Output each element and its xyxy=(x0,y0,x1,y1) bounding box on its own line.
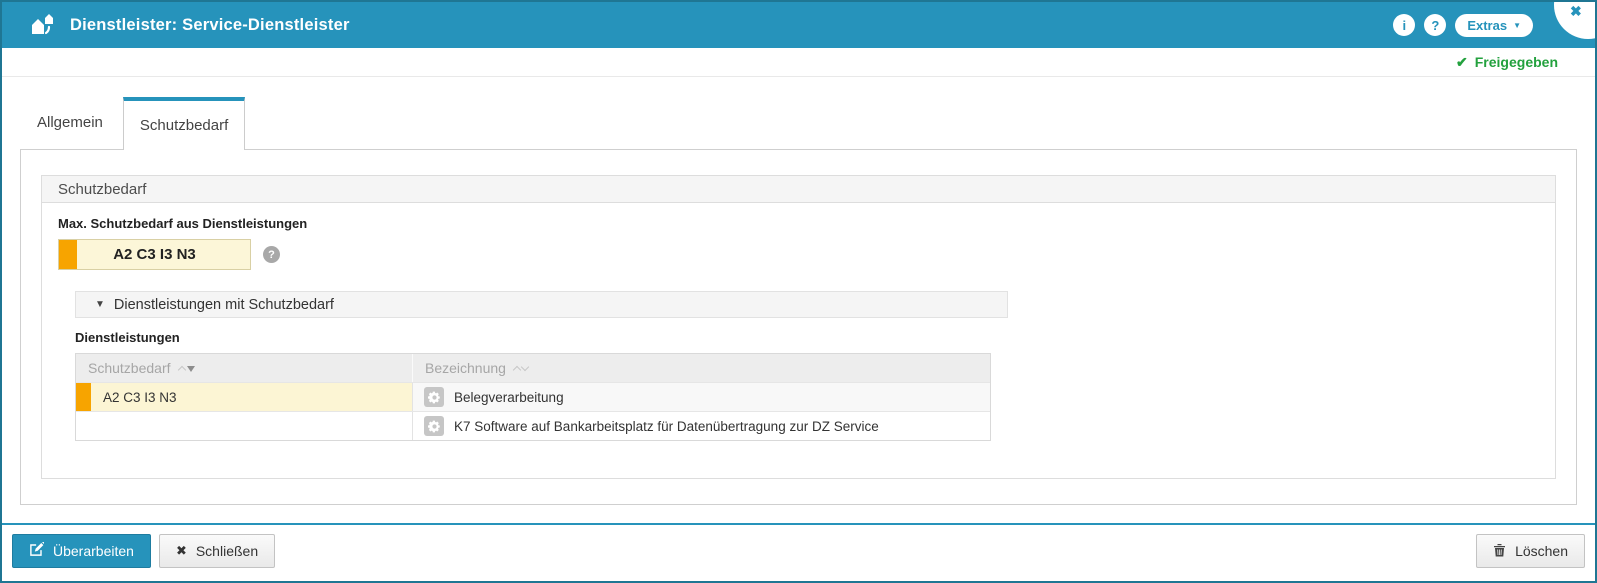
table-row[interactable]: A2 C3 I3 N3 Belegverarbeitung xyxy=(76,382,990,411)
panel-header: Schutzbedarf xyxy=(42,176,1555,203)
bezeichnung-cell: K7 Software auf Bankarbeitsplatz für Dat… xyxy=(412,412,990,440)
x-icon: ✖ xyxy=(176,543,187,559)
help-icon[interactable]: ? xyxy=(1424,14,1446,36)
panel-title: Schutzbedarf xyxy=(58,181,146,198)
trash-icon xyxy=(1493,543,1506,560)
table-row[interactable]: K7 Software auf Bankarbeitsplatz für Dat… xyxy=(76,411,990,440)
schutzbedarf-value: A2 C3 I3 N3 xyxy=(76,390,177,405)
check-icon: ✔ xyxy=(1456,54,1468,71)
tab-bar: Allgemein Schutzbedarf xyxy=(2,77,1595,149)
edit-icon xyxy=(29,542,44,560)
dialog-window: Dienstleister: Service-Dienstleister i ?… xyxy=(0,0,1597,583)
footer-toolbar: Überarbeiten ✖ Schließen Löschen xyxy=(2,525,1595,577)
schutzbedarf-cell: A2 C3 I3 N3 xyxy=(76,383,412,411)
dienstleistungen-label: Dienstleistungen xyxy=(75,330,1555,345)
schutzbedarf-cell xyxy=(76,412,412,440)
collapse-caret-icon: ▼ xyxy=(95,299,105,310)
max-schutzbedarf-label: Max. Schutzbedarf aus Dienstleistungen xyxy=(58,216,1555,231)
revise-button[interactable]: Überarbeiten xyxy=(12,534,151,568)
titlebar-actions: i ? Extras ▼ xyxy=(1393,14,1533,37)
dienstleistungen-table: Schutzbedarf Bezeichnung xyxy=(75,353,991,441)
tab-schutzbedarf-label: Schutzbedarf xyxy=(140,117,228,134)
close-label: Schließen xyxy=(196,543,258,559)
sort-desc-icon[interactable] xyxy=(187,366,195,372)
tab-content: Schutzbedarf Max. Schutzbedarf aus Diens… xyxy=(20,149,1577,505)
service-gear-icon xyxy=(424,387,444,407)
bezeichnung-value: Belegverarbeitung xyxy=(454,390,564,405)
info-icon[interactable]: i xyxy=(1393,14,1415,36)
schutzbedarf-panel: Schutzbedarf Max. Schutzbedarf aus Diens… xyxy=(41,175,1556,479)
sort-asc-icon[interactable] xyxy=(177,365,185,373)
close-button[interactable]: ✖ xyxy=(1554,0,1597,39)
max-schutzbedarf-text: A2 C3 I3 N3 xyxy=(113,246,196,263)
tab-allgemein-label: Allgemein xyxy=(37,114,103,131)
max-schutzbedarf-row: A2 C3 I3 N3 ? xyxy=(58,239,1555,270)
delete-button[interactable]: Löschen xyxy=(1476,534,1585,568)
status-bar: ✔ Freigegeben xyxy=(2,48,1595,77)
dienstleistungen-section-toggle[interactable]: ▼ Dienstleistungen mit Schutzbedarf xyxy=(75,291,1008,318)
bezeichnung-value: K7 Software auf Bankarbeitsplatz für Dat… xyxy=(454,419,879,434)
field-help-icon[interactable]: ? xyxy=(263,246,280,263)
service-gear-icon xyxy=(424,416,444,436)
bezeichnung-cell: Belegverarbeitung xyxy=(412,383,990,411)
extras-button[interactable]: Extras ▼ xyxy=(1455,14,1533,37)
revise-label: Überarbeiten xyxy=(53,543,134,559)
close-icon: ✖ xyxy=(1570,3,1582,20)
column-label: Bezeichnung xyxy=(425,360,506,376)
delete-label: Löschen xyxy=(1515,543,1568,559)
tab-schutzbedarf[interactable]: Schutzbedarf xyxy=(123,97,245,150)
max-schutzbedarf-value: A2 C3 I3 N3 xyxy=(58,239,251,270)
status-badge: Freigegeben xyxy=(1475,54,1558,70)
dienstleister-houses-icon xyxy=(28,10,58,40)
column-header-schutzbedarf[interactable]: Schutzbedarf xyxy=(76,354,412,382)
chevron-down-icon: ▼ xyxy=(1513,21,1521,30)
sort-desc-icon[interactable] xyxy=(521,363,529,371)
section-title: Dienstleistungen mit Schutzbedarf xyxy=(114,297,334,313)
footer-spacer xyxy=(2,505,1595,523)
extras-label: Extras xyxy=(1467,18,1507,33)
close-window-button[interactable]: ✖ Schließen xyxy=(159,534,275,568)
column-label: Schutzbedarf xyxy=(88,360,171,376)
table-header-row: Schutzbedarf Bezeichnung xyxy=(76,354,990,382)
tab-allgemein[interactable]: Allgemein xyxy=(22,96,118,149)
window-title: Dienstleister: Service-Dienstleister xyxy=(70,16,350,35)
panel-body: Max. Schutzbedarf aus Dienstleistungen A… xyxy=(42,203,1555,441)
titlebar: Dienstleister: Service-Dienstleister i ?… xyxy=(2,2,1595,48)
column-header-bezeichnung[interactable]: Bezeichnung xyxy=(412,354,990,382)
